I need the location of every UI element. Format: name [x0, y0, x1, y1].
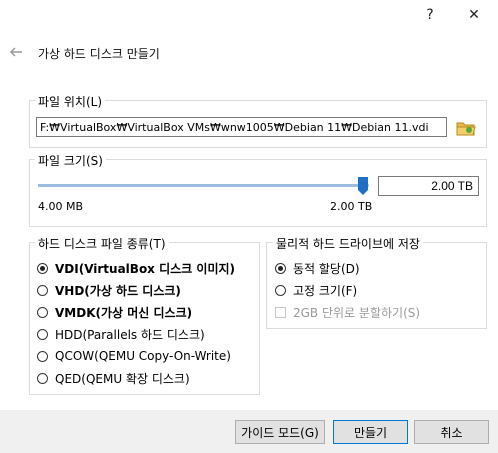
storage-legend: 물리적 하드 드라이브에 저장: [273, 235, 423, 252]
location-legend: 파일 위치(L): [35, 93, 106, 110]
back-button[interactable]: [6, 44, 26, 60]
file-type-hdd[interactable]: HDD(Parallels 하드 디스크): [37, 325, 205, 343]
radio[interactable]: [37, 284, 48, 296]
size-slider-thumb[interactable]: [357, 176, 369, 196]
file-type-vdi[interactable]: VDI(VirtualBox 디스크 이미지): [37, 259, 235, 277]
radio[interactable]: [37, 350, 48, 362]
radio[interactable]: [37, 372, 48, 384]
file-type-vhd[interactable]: VHD(가상 하드 디스크): [37, 281, 181, 299]
radio[interactable]: [275, 284, 286, 296]
radio[interactable]: [37, 306, 48, 318]
folder-icon: [456, 122, 476, 136]
file-type-qcow[interactable]: QCOW(QEMU Copy-On-Write): [37, 347, 231, 365]
guided-mode-button[interactable]: 가이드 모드(G): [235, 420, 325, 444]
close-icon: ✕: [468, 7, 480, 23]
radio[interactable]: [37, 328, 48, 340]
split-checkbox[interactable]: [275, 306, 286, 318]
size-input[interactable]: [378, 176, 479, 196]
size-max-label: 2.00 TB: [330, 200, 373, 213]
file-type-legend: 하드 디스크 파일 종류(T): [35, 235, 169, 252]
radio-selected[interactable]: [37, 262, 48, 274]
file-path-input[interactable]: [36, 117, 447, 137]
size-legend: 파일 크기(S): [35, 152, 106, 169]
create-button[interactable]: 만들기: [333, 420, 408, 444]
size-slider-fill: [38, 184, 363, 187]
close-button[interactable]: ✕: [458, 0, 490, 30]
radio-selected[interactable]: [275, 262, 286, 274]
page-title: 가상 하드 디스크 만들기: [38, 47, 160, 61]
choose-folder-button[interactable]: [455, 117, 477, 139]
cancel-button[interactable]: 취소: [414, 420, 489, 444]
split-checkbox-row[interactable]: 2GB 단위로 분할하기(S): [275, 303, 420, 321]
help-button[interactable]: ?: [414, 0, 446, 30]
storage-dynamic[interactable]: 동적 할당(D): [275, 259, 360, 277]
file-type-vmdk[interactable]: VMDK(가상 머신 디스크): [37, 303, 192, 321]
storage-fixed[interactable]: 고정 크기(F): [275, 281, 357, 299]
file-type-qed[interactable]: QED(QEMU 확장 디스크): [37, 369, 190, 387]
arrow-left-icon: [9, 47, 22, 57]
size-min-label: 4.00 MB: [38, 200, 84, 213]
